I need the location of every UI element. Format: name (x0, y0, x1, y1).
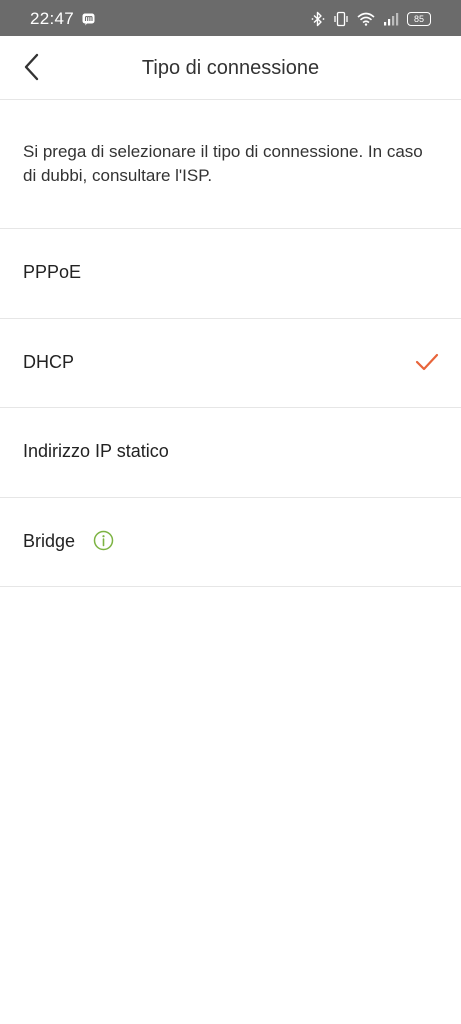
header: Tipo di connessione (0, 36, 461, 100)
option-label: Bridge (23, 531, 76, 551)
option-bridge[interactable]: Bridge (0, 498, 461, 587)
description-text: Si prega di selezionare il tipo di conne… (23, 142, 423, 185)
wifi-icon (357, 12, 375, 26)
vibrate-icon (334, 11, 348, 27)
battery-level: 85 (413, 14, 424, 24)
status-icons: 85 (311, 11, 431, 27)
battery-icon: 85 (407, 12, 431, 26)
status-bar: 22:47 85 (0, 0, 461, 36)
option-pppoe[interactable]: PPPoE (0, 229, 461, 318)
option-label: PPPoE (23, 262, 82, 282)
app-notification-icon (82, 13, 95, 26)
check-icon (415, 353, 439, 371)
option-label: DHCP (23, 352, 75, 372)
option-label: Indirizzo IP statico (23, 441, 169, 461)
info-icon[interactable] (93, 530, 114, 551)
option-dhcp[interactable]: DHCP (0, 319, 461, 408)
divider (0, 586, 461, 587)
status-time: 22:47 (30, 9, 75, 28)
option-static-ip[interactable]: Indirizzo IP statico (0, 408, 461, 497)
signal-icon (384, 13, 399, 26)
page-title: Tipo di connessione (141, 57, 320, 79)
bluetooth-icon (311, 11, 325, 27)
